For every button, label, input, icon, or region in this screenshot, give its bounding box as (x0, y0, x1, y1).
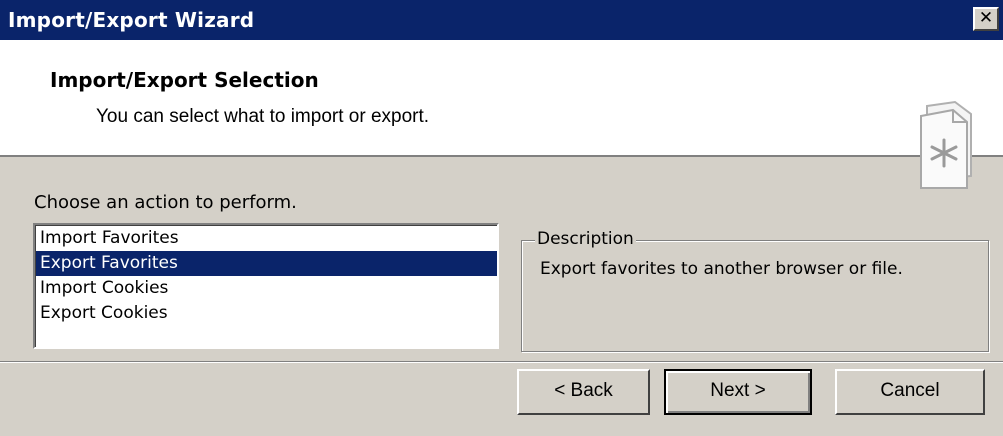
page-title: Import/Export Selection (50, 68, 319, 92)
list-item-import-favorites[interactable]: Import Favorites (36, 226, 497, 251)
list-item-export-cookies[interactable]: Export Cookies (36, 301, 497, 326)
close-icon: ✕ (978, 8, 994, 28)
footer-separator (0, 361, 1003, 363)
back-button[interactable]: < Back (517, 369, 650, 415)
import-export-wizard-dialog: Import/Export Wizard ✕ Import/Export Sel… (0, 0, 1003, 436)
cancel-button[interactable]: Cancel (835, 369, 985, 415)
description-text: Export favorites to another browser or f… (540, 259, 903, 279)
close-button[interactable]: ✕ (973, 7, 999, 31)
next-button[interactable]: Next > (664, 369, 812, 415)
description-legend: Description (535, 229, 636, 249)
description-groupbox (521, 240, 989, 352)
window-title: Import/Export Wizard (8, 8, 255, 32)
title-bar[interactable]: Import/Export Wizard ✕ (0, 0, 1003, 40)
list-item-import-cookies[interactable]: Import Cookies (36, 276, 497, 301)
wizard-header: Import/Export Selection You can select w… (0, 40, 1003, 189)
page-subtitle: You can select what to import or export. (96, 106, 430, 127)
list-item-export-favorites[interactable]: Export Favorites (36, 251, 497, 276)
action-listbox[interactable]: Import Favorites Export Favorites Import… (33, 223, 499, 349)
wizard-document-icon (920, 100, 972, 189)
action-prompt-label: Choose an action to perform. (34, 192, 297, 213)
